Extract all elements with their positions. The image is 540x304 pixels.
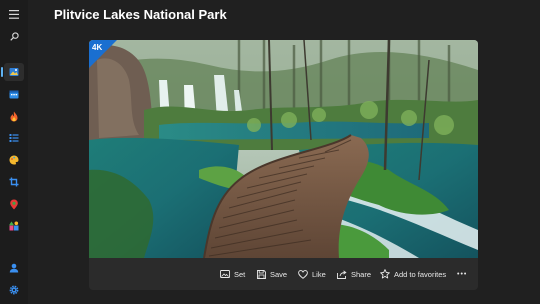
search-button[interactable] xyxy=(4,27,24,45)
settings-icon xyxy=(9,285,19,295)
like-button[interactable]: Like xyxy=(298,258,326,290)
fire-icon xyxy=(10,111,18,121)
page-title: Plitvice Lakes National Park xyxy=(54,7,227,22)
image-icon xyxy=(9,68,19,76)
save-icon xyxy=(257,269,266,279)
account-button[interactable] xyxy=(4,259,24,277)
nav-item-wallpapers[interactable] xyxy=(1,63,24,81)
nav-rail xyxy=(0,0,28,304)
list-icon xyxy=(9,134,19,142)
hamburger-icon xyxy=(9,9,19,19)
search-icon xyxy=(9,31,19,41)
crop-icon xyxy=(9,177,19,187)
image-icon xyxy=(220,270,230,278)
favorites-label: Add to favorites xyxy=(394,269,447,279)
nav-item-resolution[interactable] xyxy=(4,173,24,191)
nav-item-locations[interactable] xyxy=(4,195,24,213)
location-icon xyxy=(10,199,18,209)
settings-button[interactable] xyxy=(4,281,24,299)
action-toolbar: Set Save Like Share Add to favorites ••• xyxy=(89,258,478,290)
wallpaper-preview[interactable]: 4K xyxy=(89,40,478,258)
wallpaper-image xyxy=(89,40,478,258)
save-button[interactable]: Save xyxy=(257,258,287,290)
nav-item-calendar[interactable] xyxy=(4,85,24,103)
calendar-icon xyxy=(9,90,19,99)
menu-button[interactable] xyxy=(4,5,24,23)
color-icon xyxy=(9,155,19,165)
share-label: Share xyxy=(351,269,372,279)
set-label: Set xyxy=(234,269,246,279)
app-window: Plitvice Lakes National Park 4K Set Save… xyxy=(0,0,540,304)
user-icon xyxy=(9,263,19,273)
nav-item-categories[interactable] xyxy=(4,217,24,235)
category-icon xyxy=(9,221,19,231)
more-icon: ••• xyxy=(457,270,468,278)
set-button[interactable]: Set xyxy=(220,258,245,290)
add-to-favorites-button[interactable]: Add to favorites xyxy=(380,258,446,290)
save-label: Save xyxy=(270,269,288,279)
more-options-button[interactable]: ••• xyxy=(457,258,467,290)
like-label: Like xyxy=(312,269,326,279)
nav-item-colors[interactable] xyxy=(4,151,24,169)
star-icon xyxy=(380,269,390,279)
badge-label: 4K xyxy=(92,43,103,52)
share-button[interactable]: Share xyxy=(337,258,371,290)
share-icon xyxy=(337,269,347,279)
nav-item-popular[interactable] xyxy=(4,107,24,125)
nav-item-collections[interactable] xyxy=(4,129,24,147)
heart-icon xyxy=(298,269,308,279)
